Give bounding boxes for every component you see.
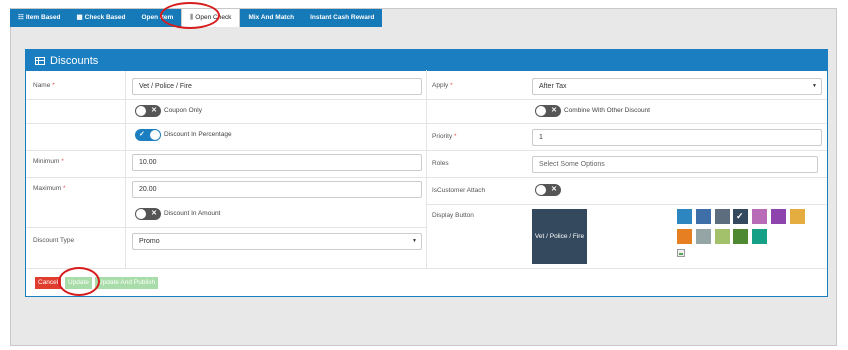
tab-instant-cash-reward[interactable]: Instant Cash Reward [302,9,382,27]
row-divider [427,123,827,124]
color-swatch-selected[interactable]: ✓ [733,209,748,224]
row-divider [427,204,827,205]
combine-discount-toggle[interactable]: ✕ [535,105,561,117]
tab-check-based[interactable]: ▦ Check Based [69,9,134,27]
color-swatch[interactable] [677,229,692,244]
apply-label: Apply * [432,82,453,89]
display-button-preview: Vet / Police / Fire [532,209,587,264]
row-divider [427,150,827,151]
priority-input[interactable]: 1 [532,129,822,146]
customer-attach-label: IsCustomer Attach [432,187,486,194]
row-divider [427,99,827,100]
combine-discount-label: Combine With Other Discount [564,107,650,114]
customer-attach-toggle[interactable]: ✕ [535,184,561,196]
row-divider [26,99,426,100]
discount-percentage-toggle[interactable]: ✓ [135,129,161,141]
apply-select[interactable]: After Tax ▼ [532,78,822,95]
tab-label: Open Item [141,14,174,21]
tab-label: Item Based [25,14,61,21]
discount-amount-label: Discount In Amount [164,210,221,217]
minimum-label: Minimum * [33,158,64,165]
table-icon [35,56,45,65]
row-divider [26,123,426,124]
coupon-only-toggle[interactable]: ✕ [135,105,161,117]
color-swatch[interactable] [790,209,805,224]
name-label: Name * [33,82,55,89]
color-swatch[interactable] [771,209,786,224]
bar-chart-icon: ⫼ [190,14,194,21]
grid-icon: ▦ [76,14,83,21]
tab-open-check[interactable]: ⫼ Open Check [181,9,241,27]
roles-label: Roles [432,160,449,167]
tab-label: Check Based [84,14,126,21]
tab-label: Open Check [195,14,232,21]
panel-header: Discounts [26,50,827,71]
row-divider [427,177,827,178]
coupon-only-label: Coupon Only [164,107,202,114]
checkmark-icon: ✓ [736,211,744,221]
cancel-button[interactable]: Cancel [35,277,62,289]
tab-label: Instant Cash Reward [310,14,375,21]
maximum-label: Maximum * [33,185,66,192]
tab-label: Mix And Match [248,14,295,21]
color-swatch[interactable] [733,229,748,244]
color-swatch[interactable] [752,229,767,244]
color-swatch[interactable] [715,209,730,224]
tab-bar: ☷ Item Based ▦ Check Based Open Item ⫼ Open… [10,9,383,27]
color-swatch[interactable] [715,229,730,244]
minimum-input[interactable]: 10.00 [132,154,422,171]
footer-divider [26,268,827,269]
tab-open-item[interactable]: Open Item [134,9,182,27]
row-divider [26,227,426,228]
list-icon: ☷ [18,14,24,21]
discount-amount-toggle[interactable]: ✕ [135,208,161,220]
chevron-down-icon: ▼ [412,238,417,244]
discount-type-label: Discount Type [33,237,75,244]
color-swatch[interactable] [696,229,711,244]
tab-mix-and-match[interactable]: Mix And Match [240,9,302,27]
row-divider [26,150,426,151]
display-button-label: Display Button [432,212,474,219]
name-input[interactable]: Vet / Police / Fire [132,78,422,95]
color-swatch[interactable] [696,209,711,224]
chevron-down-icon: ▼ [812,83,817,89]
panel-title: Discounts [50,54,99,67]
row-divider [26,177,426,178]
discount-type-select[interactable]: Promo ▼ [132,233,422,250]
update-button[interactable]: Update [65,277,92,289]
priority-label: Priority * [432,133,457,140]
discount-percentage-label: Discount In Percentage [164,131,232,138]
update-and-publish-button[interactable]: Update And Publish [95,277,159,289]
color-swatch[interactable] [677,209,692,224]
maximum-input[interactable]: 20.00 [132,181,422,198]
color-swatch[interactable] [752,209,767,224]
tab-item-based[interactable]: ☷ Item Based [10,9,69,27]
broken-image-icon [677,249,685,257]
roles-multiselect[interactable]: Select Some Options [532,156,818,173]
